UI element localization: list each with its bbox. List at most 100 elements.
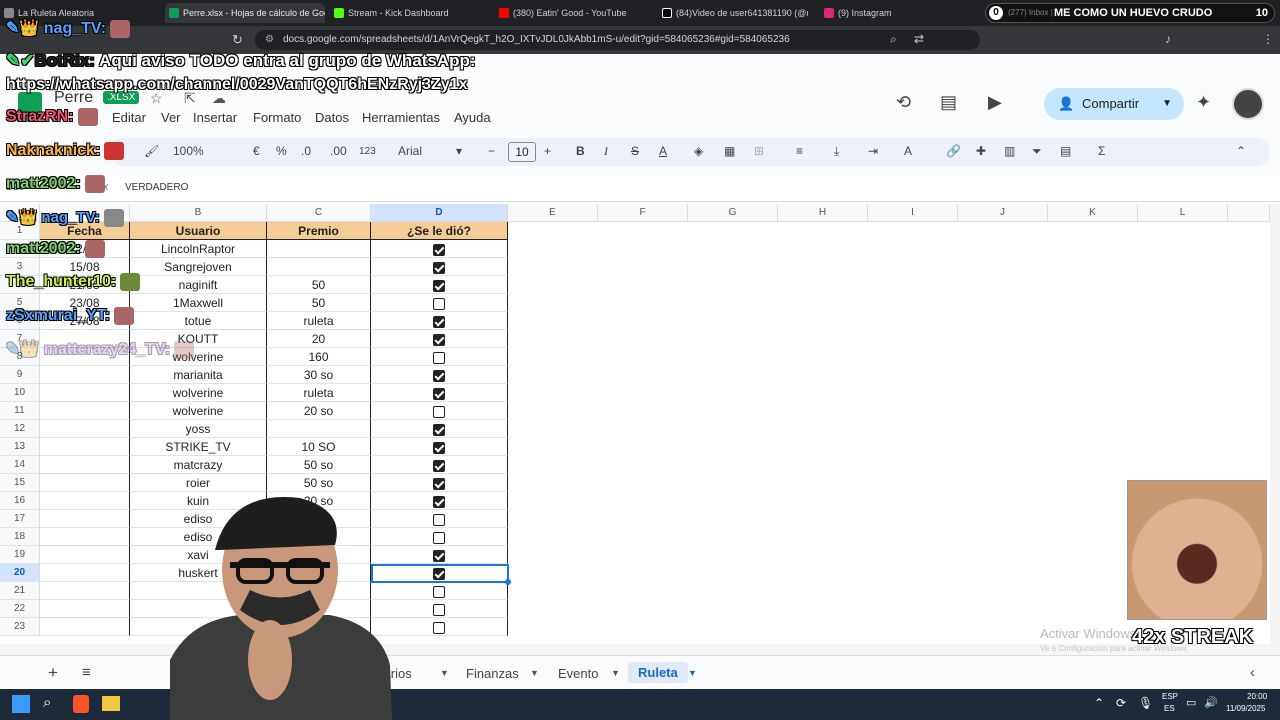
cell-premio[interactable]: 20 <box>267 330 371 348</box>
cell-fecha[interactable] <box>40 582 130 600</box>
functions-icon[interactable]: Σ <box>1098 144 1105 158</box>
cell-premio[interactable]: ruleta <box>267 312 371 330</box>
column-header[interactable]: G <box>688 204 778 222</box>
cell-fecha[interactable] <box>40 546 130 564</box>
chevron-down-icon[interactable]: ▼ <box>688 668 697 678</box>
column-header[interactable]: K <box>1048 204 1138 222</box>
volume-icon[interactable]: 🔊 <box>1204 696 1218 709</box>
row-header[interactable]: 16 <box>0 492 40 510</box>
more-icon[interactable]: ⋮ <box>1262 32 1274 46</box>
column-header[interactable]: E <box>508 204 598 222</box>
search-icon[interactable]: ⌕ <box>43 694 51 711</box>
chevron-down-icon[interactable]: ▼ <box>440 668 449 678</box>
checkbox-checked[interactable] <box>433 243 445 256</box>
cell-fecha[interactable] <box>40 600 130 618</box>
checkbox-unchecked[interactable] <box>433 531 445 544</box>
row-header[interactable]: 10 <box>0 384 40 402</box>
scroll-left-icon[interactable]: ‹ <box>1250 664 1255 681</box>
browser-tab[interactable]: Stream - Kick Dashboard <box>330 3 490 23</box>
header-se-le-dio[interactable]: ¿Se le dió? <box>371 222 508 240</box>
menu-editar[interactable]: Editar <box>112 110 146 125</box>
column-header[interactable]: L <box>1138 204 1228 222</box>
row-header[interactable]: 19 <box>0 546 40 564</box>
row-header[interactable]: 11 <box>0 402 40 420</box>
formula-input[interactable]: VERDADERO <box>125 182 188 193</box>
italic-button[interactable]: I <box>604 144 608 159</box>
zoom-select[interactable]: 100% <box>173 144 204 158</box>
cell-fecha[interactable] <box>40 474 130 492</box>
fill-color-icon[interactable]: ◈ <box>694 144 703 158</box>
filter-icon[interactable]: ⏷ <box>1032 144 1042 159</box>
checkbox-checked[interactable] <box>433 495 445 508</box>
brave-browser-icon[interactable] <box>73 695 89 713</box>
checkbox-unchecked[interactable] <box>433 513 445 526</box>
row-header[interactable]: 23 <box>0 618 40 636</box>
cell-usuario[interactable]: Sangrejoven <box>130 258 267 276</box>
row-header[interactable]: 13 <box>0 438 40 456</box>
cell-premio[interactable]: 50 so <box>267 456 371 474</box>
avatar[interactable] <box>1232 88 1264 120</box>
column-header[interactable]: H <box>778 204 868 222</box>
sheet-tab-evento[interactable]: Evento <box>558 666 598 681</box>
checkbox-checked[interactable] <box>433 441 445 454</box>
align-horizontal-icon[interactable]: ≡ <box>796 144 803 158</box>
cell-fecha[interactable] <box>40 564 130 582</box>
cell-premio[interactable]: ruleta <box>267 384 371 402</box>
column-header[interactable]: B <box>130 204 267 222</box>
cell-usuario[interactable]: yoss <box>130 420 267 438</box>
checkbox-unchecked[interactable] <box>433 603 445 616</box>
file-explorer-icon[interactable] <box>102 696 120 711</box>
checkbox-checked[interactable] <box>433 333 445 346</box>
cell-fecha[interactable] <box>40 420 130 438</box>
windows-start-icon[interactable] <box>12 695 30 713</box>
checkbox-checked[interactable] <box>433 459 445 472</box>
checkbox-checked[interactable] <box>433 315 445 328</box>
strikethrough-button[interactable]: S <box>631 144 639 158</box>
cell-premio[interactable] <box>267 258 371 276</box>
menu-herramientas[interactable]: Herramientas <box>362 110 440 125</box>
history-icon[interactable]: ⟲ <box>896 92 911 113</box>
cell-premio[interactable]: 20 so <box>267 402 371 420</box>
percent-button[interactable]: % <box>276 144 287 158</box>
chevron-down-icon[interactable]: ▼ <box>611 668 620 678</box>
site-info-icon[interactable]: ⚙ <box>265 30 274 50</box>
align-vertical-icon[interactable]: ⤓ <box>834 144 839 159</box>
fill-handle[interactable] <box>505 579 511 585</box>
row-header[interactable]: 20 <box>0 564 40 582</box>
checkbox-checked[interactable] <box>433 423 445 436</box>
row-header[interactable]: 22 <box>0 600 40 618</box>
cell-fecha[interactable] <box>40 384 130 402</box>
font-size-input[interactable]: 10 <box>508 142 536 162</box>
row-header[interactable]: 17 <box>0 510 40 528</box>
column-header[interactable]: I <box>868 204 958 222</box>
browser-tab[interactable]: (84)Video de user641381190 (@user... <box>658 3 808 23</box>
checkbox-unchecked[interactable] <box>433 621 445 634</box>
comments-icon[interactable]: ▤ <box>940 92 957 113</box>
increase-decimal-button[interactable]: .00 <box>330 144 347 158</box>
share-button[interactable]: 👤 Compartir ▼ <box>1044 88 1184 120</box>
cell-premio[interactable]: 10 SO <box>267 438 371 456</box>
font-size-increase-button[interactable]: + <box>544 144 551 158</box>
collapse-menus-icon[interactable]: ⌃ <box>1236 144 1246 158</box>
checkbox-unchecked[interactable] <box>433 405 445 418</box>
cell-usuario[interactable]: STRIKE_TV <box>130 438 267 456</box>
checkbox-checked[interactable] <box>433 261 445 274</box>
add-sheet-icon[interactable]: + <box>48 663 58 683</box>
row-header[interactable]: 14 <box>0 456 40 474</box>
row-header[interactable]: 15 <box>0 474 40 492</box>
column-header[interactable]: J <box>958 204 1048 222</box>
url-field[interactable]: ⚙ docs.google.com/spreadsheets/d/1AnVrQe… <box>255 30 980 50</box>
cell-usuario[interactable]: naginift <box>130 276 267 294</box>
text-color-button[interactable]: A <box>659 144 667 158</box>
translate-icon[interactable]: ⇄ <box>914 32 924 46</box>
gemini-icon[interactable]: ✦ <box>1196 92 1211 113</box>
borders-icon[interactable]: ▦ <box>724 144 735 158</box>
cell-usuario[interactable]: wolverine <box>130 402 267 420</box>
sheet-tab-finanzas[interactable]: Finanzas <box>466 666 519 681</box>
sync-icon[interactable]: ⟳ <box>1116 696 1126 710</box>
zoom-icon[interactable]: ⌕ <box>890 32 897 47</box>
currency-button[interactable]: € <box>253 144 260 158</box>
cell-premio[interactable]: 160 <box>267 348 371 366</box>
cell-fecha[interactable] <box>40 438 130 456</box>
link-icon[interactable]: 🔗 <box>946 144 961 158</box>
